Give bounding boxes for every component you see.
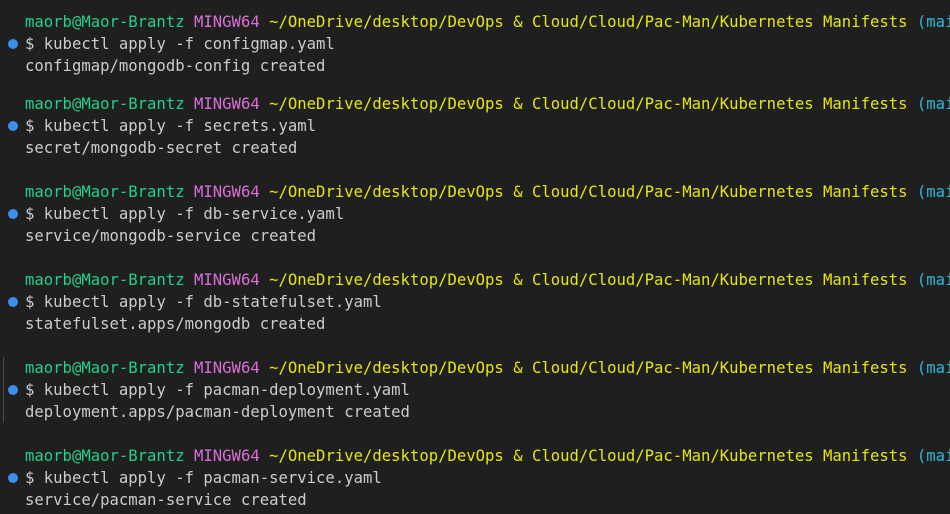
command-line: $ kubectl apply -f secrets.yaml bbox=[25, 115, 316, 137]
command-block: maorb@Maor-Brantz MINGW64 ~/OneDrive/des… bbox=[0, 181, 950, 247]
command-line: $ kubectl apply -f configmap.yaml bbox=[25, 33, 335, 55]
terminal-panel[interactable]: maorb@Maor-Brantz MINGW64 ~/OneDrive/des… bbox=[0, 0, 950, 514]
command-success-dot-icon[interactable] bbox=[8, 473, 18, 483]
prompt-path: ~/OneDrive/desktop/DevOps & Cloud/Cloud/… bbox=[269, 359, 908, 377]
prompt-user-host: maorb@Maor-Brantz bbox=[25, 13, 185, 31]
command-text: kubectl apply -f db-service.yaml bbox=[43, 205, 345, 223]
command-block: maorb@Maor-Brantz MINGW64 ~/OneDrive/des… bbox=[0, 11, 950, 77]
command-block: maorb@Maor-Brantz MINGW64 ~/OneDrive/des… bbox=[0, 269, 950, 335]
prompt-line: maorb@Maor-Brantz MINGW64 ~/OneDrive/des… bbox=[25, 357, 950, 379]
prompt-symbol: $ bbox=[25, 293, 35, 311]
prompt-branch: (main) bbox=[916, 95, 950, 113]
prompt-line: maorb@Maor-Brantz MINGW64 ~/OneDrive/des… bbox=[25, 11, 950, 33]
prompt-symbol: $ bbox=[25, 381, 35, 399]
prompt-branch: (main) bbox=[916, 13, 950, 31]
prompt-branch: (main) bbox=[916, 447, 950, 465]
command-output: deployment.apps/pacman-deployment create… bbox=[25, 403, 410, 421]
command-text: kubectl apply -f db-statefulset.yaml bbox=[43, 293, 382, 311]
prompt-shell: MINGW64 bbox=[194, 183, 260, 201]
command-line: $ kubectl apply -f pacman-deployment.yam… bbox=[25, 379, 410, 401]
command-text: kubectl apply -f pacman-deployment.yaml bbox=[43, 381, 410, 399]
command-block: maorb@Maor-Brantz MINGW64 ~/OneDrive/des… bbox=[0, 93, 950, 159]
command-success-dot-icon[interactable] bbox=[8, 121, 18, 131]
command-output: statefulset.apps/mongodb created bbox=[25, 315, 326, 333]
prompt-path: ~/OneDrive/desktop/DevOps & Cloud/Cloud/… bbox=[269, 447, 908, 465]
prompt-shell: MINGW64 bbox=[194, 13, 260, 31]
command-line: $ kubectl apply -f db-service.yaml bbox=[25, 203, 344, 225]
prompt-path: ~/OneDrive/desktop/DevOps & Cloud/Cloud/… bbox=[269, 13, 908, 31]
command-success-dot-icon[interactable] bbox=[8, 385, 18, 395]
prompt-symbol: $ bbox=[25, 35, 35, 53]
command-line: $ kubectl apply -f pacman-service.yaml bbox=[25, 467, 382, 489]
prompt-shell: MINGW64 bbox=[194, 359, 260, 377]
command-output: configmap/mongodb-config created bbox=[25, 57, 326, 75]
prompt-branch: (main) bbox=[916, 271, 950, 289]
command-success-dot-icon[interactable] bbox=[8, 297, 18, 307]
command-text: kubectl apply -f pacman-service.yaml bbox=[43, 469, 382, 487]
prompt-line: maorb@Maor-Brantz MINGW64 ~/OneDrive/des… bbox=[25, 181, 950, 203]
command-success-dot-icon[interactable] bbox=[8, 39, 18, 49]
prompt-line: maorb@Maor-Brantz MINGW64 ~/OneDrive/des… bbox=[25, 269, 950, 291]
prompt-branch: (main) bbox=[916, 359, 950, 377]
prompt-path: ~/OneDrive/desktop/DevOps & Cloud/Cloud/… bbox=[269, 183, 908, 201]
command-text: kubectl apply -f configmap.yaml bbox=[43, 35, 335, 53]
prompt-shell: MINGW64 bbox=[194, 95, 260, 113]
prompt-line: maorb@Maor-Brantz MINGW64 ~/OneDrive/des… bbox=[25, 93, 950, 115]
prompt-user-host: maorb@Maor-Brantz bbox=[25, 359, 185, 377]
command-output: secret/mongodb-secret created bbox=[25, 139, 298, 157]
prompt-symbol: $ bbox=[25, 469, 35, 487]
prompt-path: ~/OneDrive/desktop/DevOps & Cloud/Cloud/… bbox=[269, 95, 908, 113]
command-hover-marker bbox=[3, 357, 4, 423]
command-line: $ kubectl apply -f db-statefulset.yaml bbox=[25, 291, 382, 313]
prompt-symbol: $ bbox=[25, 117, 35, 135]
command-block: maorb@Maor-Brantz MINGW64 ~/OneDrive/des… bbox=[0, 357, 950, 423]
prompt-path: ~/OneDrive/desktop/DevOps & Cloud/Cloud/… bbox=[269, 271, 908, 289]
prompt-user-host: maorb@Maor-Brantz bbox=[25, 271, 185, 289]
prompt-shell: MINGW64 bbox=[194, 271, 260, 289]
prompt-user-host: maorb@Maor-Brantz bbox=[25, 95, 185, 113]
command-output: service/mongodb-service created bbox=[25, 227, 317, 245]
command-success-dot-icon[interactable] bbox=[8, 209, 18, 219]
prompt-line: maorb@Maor-Brantz MINGW64 ~/OneDrive/des… bbox=[25, 445, 950, 467]
prompt-branch: (main) bbox=[916, 183, 950, 201]
prompt-user-host: maorb@Maor-Brantz bbox=[25, 447, 185, 465]
command-block: maorb@Maor-Brantz MINGW64 ~/OneDrive/des… bbox=[0, 445, 950, 511]
prompt-symbol: $ bbox=[25, 205, 35, 223]
prompt-shell: MINGW64 bbox=[194, 447, 260, 465]
command-output: service/pacman-service created bbox=[25, 491, 307, 509]
command-text: kubectl apply -f secrets.yaml bbox=[43, 117, 317, 135]
prompt-user-host: maorb@Maor-Brantz bbox=[25, 183, 185, 201]
